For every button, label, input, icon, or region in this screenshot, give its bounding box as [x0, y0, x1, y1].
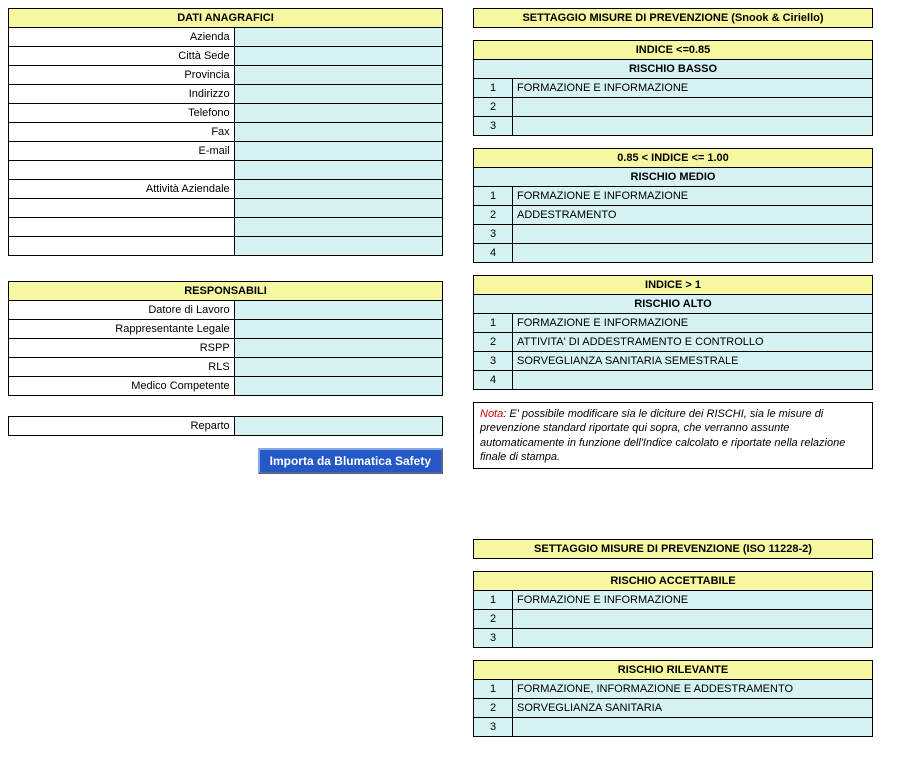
- misura-alto-3[interactable]: SORVEGLIANZA SANITARIA SEMESTRALE: [513, 352, 873, 371]
- input-attivita[interactable]: [234, 180, 442, 199]
- row-num: 2: [474, 610, 513, 629]
- misura-medio-4[interactable]: [513, 244, 873, 263]
- label-reparto: Reparto: [9, 417, 235, 436]
- row-num: 3: [474, 352, 513, 371]
- misura-ril-2[interactable]: SORVEGLIANZA SANITARIA: [513, 699, 873, 718]
- input-reparto[interactable]: [234, 417, 442, 436]
- input-telefono[interactable]: [234, 104, 442, 123]
- misura-medio-3[interactable]: [513, 225, 873, 244]
- label-attivita: Attività Aziendale: [9, 180, 235, 199]
- input-medico[interactable]: [234, 377, 442, 396]
- empty-row: [9, 218, 235, 237]
- misura-alto-1[interactable]: FORMAZIONE E INFORMAZIONE: [513, 314, 873, 333]
- misura-basso-1[interactable]: FORMAZIONE E INFORMAZIONE: [513, 79, 873, 98]
- rischio-basso-table: INDICE <=0.85 RISCHIO BASSO 1FORMAZIONE …: [473, 40, 873, 136]
- input-rspp[interactable]: [234, 339, 442, 358]
- empty-row: [9, 161, 235, 180]
- label-rls: RLS: [9, 358, 235, 377]
- row-num: 3: [474, 117, 513, 136]
- misura-alto-2[interactable]: ATTIVITA' DI ADDESTRAMENTO E CONTROLLO: [513, 333, 873, 352]
- input-datore[interactable]: [234, 301, 442, 320]
- input-extra4[interactable]: [234, 237, 442, 256]
- row-num: 2: [474, 206, 513, 225]
- misura-ril-1[interactable]: FORMAZIONE, INFORMAZIONE E ADDESTRAMENTO: [513, 680, 873, 699]
- rischio-accettabile-header: RISCHIO ACCETTABILE: [474, 572, 873, 591]
- input-extra3[interactable]: [234, 218, 442, 237]
- misura-acc-3[interactable]: [513, 629, 873, 648]
- responsabili-table: RESPONSABILI Datore di Lavoro Rappresent…: [8, 281, 443, 396]
- indice-basso-header: INDICE <=0.85: [474, 41, 873, 60]
- settaggio-snook-header: SETTAGGIO MISURE DI PREVENZIONE (Snook &…: [474, 9, 873, 28]
- row-num: 2: [474, 699, 513, 718]
- misura-medio-1[interactable]: FORMAZIONE E INFORMAZIONE: [513, 187, 873, 206]
- row-num: 2: [474, 98, 513, 117]
- settaggio-iso-header: SETTAGGIO MISURE DI PREVENZIONE (ISO 112…: [474, 540, 873, 559]
- row-num: 4: [474, 244, 513, 263]
- row-num: 3: [474, 629, 513, 648]
- misura-alto-4[interactable]: [513, 371, 873, 390]
- dati-anagrafici-header: DATI ANAGRAFICI: [9, 9, 443, 28]
- nota-text: : E' possibile modificare sia le dicitur…: [480, 408, 845, 463]
- rischio-accettabile-table: RISCHIO ACCETTABILE 1FORMAZIONE E INFORM…: [473, 571, 873, 648]
- dati-anagrafici-table: DATI ANAGRAFICI Azienda Città Sede Provi…: [8, 8, 443, 256]
- empty-row: [9, 237, 235, 256]
- row-num: 1: [474, 314, 513, 333]
- label-medico: Medico Competente: [9, 377, 235, 396]
- label-datore: Datore di Lavoro: [9, 301, 235, 320]
- rischio-alto-header: RISCHIO ALTO: [474, 295, 873, 314]
- row-num: 1: [474, 680, 513, 699]
- settaggio-iso-header-table: SETTAGGIO MISURE DI PREVENZIONE (ISO 112…: [473, 539, 873, 559]
- misura-medio-2[interactable]: ADDESTRAMENTO: [513, 206, 873, 225]
- row-num: 1: [474, 187, 513, 206]
- misura-acc-1[interactable]: FORMAZIONE E INFORMAZIONE: [513, 591, 873, 610]
- misura-ril-3[interactable]: [513, 718, 873, 737]
- empty-row: [9, 199, 235, 218]
- row-num: 4: [474, 371, 513, 390]
- indice-alto-header: INDICE > 1: [474, 276, 873, 295]
- input-rappr[interactable]: [234, 320, 442, 339]
- label-email: E-mail: [9, 142, 235, 161]
- label-indirizzo: Indirizzo: [9, 85, 235, 104]
- input-fax[interactable]: [234, 123, 442, 142]
- input-provincia[interactable]: [234, 66, 442, 85]
- row-num: 1: [474, 79, 513, 98]
- misura-acc-2[interactable]: [513, 610, 873, 629]
- label-telefono: Telefono: [9, 104, 235, 123]
- responsabili-header: RESPONSABILI: [9, 282, 443, 301]
- rischio-medio-table: 0.85 < INDICE <= 1.00 RISCHIO MEDIO 1FOR…: [473, 148, 873, 263]
- rischio-rilevante-table: RISCHIO RILEVANTE 1FORMAZIONE, INFORMAZI…: [473, 660, 873, 737]
- input-extra1[interactable]: [234, 161, 442, 180]
- label-azienda: Azienda: [9, 28, 235, 47]
- rischio-rilevante-header: RISCHIO RILEVANTE: [474, 661, 873, 680]
- row-num: 2: [474, 333, 513, 352]
- input-rls[interactable]: [234, 358, 442, 377]
- input-indirizzo[interactable]: [234, 85, 442, 104]
- row-num: 1: [474, 591, 513, 610]
- rischio-basso-header: RISCHIO BASSO: [474, 60, 873, 79]
- label-fax: Fax: [9, 123, 235, 142]
- label-rspp: RSPP: [9, 339, 235, 358]
- input-citta-sede[interactable]: [234, 47, 442, 66]
- label-citta-sede: Città Sede: [9, 47, 235, 66]
- input-email[interactable]: [234, 142, 442, 161]
- reparto-table: Reparto: [8, 416, 443, 436]
- indice-medio-header: 0.85 < INDICE <= 1.00: [474, 149, 873, 168]
- misura-basso-3[interactable]: [513, 117, 873, 136]
- rischio-medio-header: RISCHIO MEDIO: [474, 168, 873, 187]
- row-num: 3: [474, 718, 513, 737]
- nota-box: Nota: E' possibile modificare sia le dic…: [473, 402, 873, 469]
- rischio-alto-table: INDICE > 1 RISCHIO ALTO 1FORMAZIONE E IN…: [473, 275, 873, 390]
- import-blumatica-button[interactable]: Importa da Blumatica Safety: [258, 448, 443, 474]
- nota-label: Nota: [480, 408, 503, 420]
- row-num: 3: [474, 225, 513, 244]
- label-provincia: Provincia: [9, 66, 235, 85]
- misura-basso-2[interactable]: [513, 98, 873, 117]
- label-rappr: Rappresentante Legale: [9, 320, 235, 339]
- input-azienda[interactable]: [234, 28, 442, 47]
- settaggio-snook-header-table: SETTAGGIO MISURE DI PREVENZIONE (Snook &…: [473, 8, 873, 28]
- input-extra2[interactable]: [234, 199, 442, 218]
